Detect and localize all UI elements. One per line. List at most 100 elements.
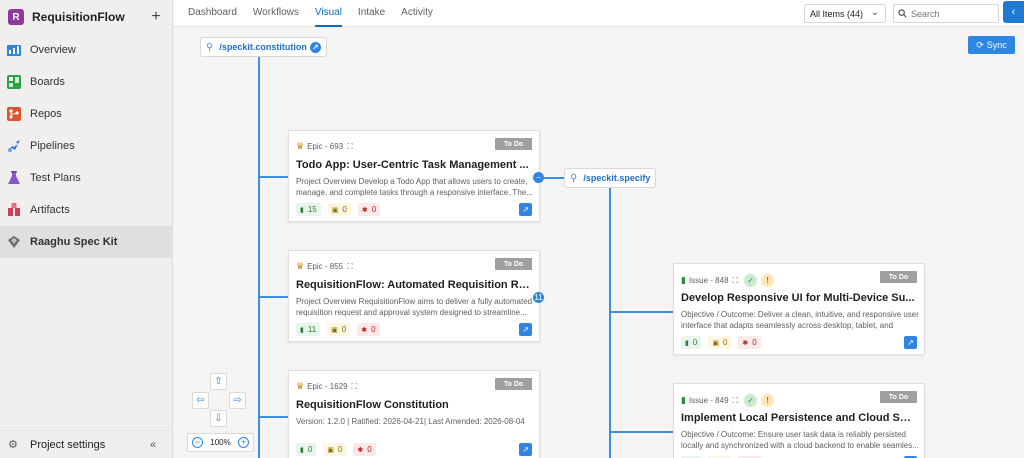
card-description: Version: 1.2.0 | Ratified: 2026-04-21| L…: [296, 417, 525, 426]
tab-dashboard[interactable]: Dashboard: [188, 0, 237, 27]
search-box[interactable]: [893, 4, 999, 23]
project-header[interactable]: R RequisitionFlow +: [0, 0, 172, 34]
sidebar-item-overview[interactable]: Overview: [0, 34, 172, 66]
add-icon[interactable]: +: [148, 8, 164, 26]
search-input[interactable]: [911, 8, 991, 19]
wand-icon: ⚲: [206, 41, 214, 53]
check-icon: ✓: [744, 394, 758, 407]
constitution-node[interactable]: ⚲ /speckit.constitution ↗: [200, 37, 327, 57]
overview-icon: [6, 42, 22, 58]
work-item-card[interactable]: ▮ Issue - 848 ⛶ ✓ ! To Do Develop Respon…: [673, 263, 925, 355]
sidebar-item-test-plans[interactable]: Test Plans: [0, 162, 172, 194]
expand-icon[interactable]: ⛶: [352, 382, 358, 392]
issue-icon: ▮: [681, 395, 686, 405]
card-title[interactable]: Develop Responsive UI for Multi-Device S…: [681, 292, 916, 304]
open-link-icon[interactable]: ↗: [519, 323, 532, 336]
card-description: Project Overview Develop a Todo App that…: [296, 177, 533, 197]
task-count-value: 0: [342, 205, 347, 214]
card-title[interactable]: Implement Local Persistence and Cloud Sy…: [681, 412, 916, 424]
chevron-left-icon[interactable]: ‹: [1003, 1, 1024, 23]
sidebar-item-pipelines[interactable]: Pipelines: [0, 130, 172, 162]
bug-count-value: 0: [367, 445, 372, 454]
task-icon: ▣: [331, 326, 338, 334]
card-counts: ▮0 ▣0 ✱0: [296, 443, 383, 456]
sync-label: Sync: [986, 40, 1007, 50]
pan-up-button[interactable]: ⇧: [210, 373, 227, 390]
sidebar-item-repos[interactable]: Repos: [0, 98, 172, 130]
task-count-value: 0: [337, 445, 343, 454]
expand-icon[interactable]: ⛶: [347, 142, 353, 152]
visual-canvas[interactable]: ⟳ Sync ⚲ /speckit.constitution ↗ ⚲ /spec…: [174, 28, 1024, 458]
work-item-card[interactable]: ▮ Issue - 849 ⛶ ✓ ! To Do Implement Loca…: [673, 383, 925, 458]
work-item-card[interactable]: ♛ Epic - 855 ⛶ To Do RequisitionFlow: Au…: [288, 250, 540, 342]
connector-branch-2: [259, 296, 288, 298]
card-meta: ▮ Issue - 848 ⛶ ✓ !: [681, 274, 775, 287]
story-count-value: 11: [307, 325, 317, 334]
tab-intake[interactable]: Intake: [358, 0, 385, 27]
zoom-out-button[interactable]: −: [192, 437, 203, 448]
pan-right-button[interactable]: ⇨: [229, 392, 246, 409]
search-icon: [898, 7, 907, 21]
tab-activity[interactable]: Activity: [401, 0, 433, 27]
item-filter-dropdown[interactable]: All Items (44) ⌄: [804, 4, 886, 23]
project-settings[interactable]: ⚙ Project settings «: [0, 430, 172, 458]
connector-trunk-1: [258, 57, 260, 458]
bug-count-value: 0: [371, 205, 377, 214]
crown-icon: ♛: [296, 261, 305, 271]
sidebar-item-boards[interactable]: Boards: [0, 66, 172, 98]
filter-value: All Items (44): [810, 8, 864, 19]
zoom-in-button[interactable]: +: [238, 437, 249, 448]
gear-icon: ⚙: [8, 439, 18, 451]
task-icon: ▣: [331, 206, 339, 214]
sync-button[interactable]: ⟳ Sync: [968, 36, 1015, 54]
sidebar-item-artifacts[interactable]: Artifacts: [0, 194, 172, 226]
work-item-card[interactable]: ♛ Epic - 1629 ⛶ To Do RequisitionFlow Co…: [288, 370, 540, 458]
story-count: ▮ 15: [296, 203, 321, 216]
wand-icon: ⚲: [570, 172, 578, 184]
collapse-children-icon[interactable]: −: [533, 172, 544, 183]
expand-icon[interactable]: ⛶: [733, 276, 739, 286]
sidebar-item-raaghu-spec-kit[interactable]: Raaghu Spec Kit: [0, 226, 172, 258]
status-badge: To Do: [495, 138, 532, 150]
open-link-icon[interactable]: ↗: [519, 203, 532, 216]
project-settings-label: Project settings: [30, 438, 106, 451]
bug-count: ✱0: [353, 443, 376, 456]
project-name[interactable]: RequisitionFlow: [32, 10, 148, 24]
crown-icon: ♛: [296, 381, 305, 391]
specify-node[interactable]: ⚲ /speckit.specify: [564, 168, 657, 188]
bug-icon: ✱: [357, 446, 364, 454]
sidebar-item-label: Overview: [30, 44, 76, 56]
task-count-value: 0: [722, 338, 728, 347]
card-title[interactable]: RequisitionFlow: Automated Requisition R…: [296, 279, 531, 291]
tab-workflows[interactable]: Workflows: [253, 0, 299, 27]
pan-left-button[interactable]: ⇦: [192, 392, 209, 409]
card-description: Project Overview RequisitionFlow aims to…: [296, 297, 533, 317]
expand-children-badge[interactable]: 11: [533, 292, 544, 303]
pan-down-button[interactable]: ⇩: [210, 410, 227, 427]
expand-icon[interactable]: ⛶: [347, 262, 353, 272]
zoom-control: − 100% +: [187, 433, 254, 452]
status-badge: To Do: [880, 391, 917, 403]
sidebar-item-label: Test Plans: [30, 172, 81, 184]
warning-icon: !: [761, 274, 775, 287]
task-count-value: 0: [341, 325, 347, 334]
expand-icon[interactable]: ⛶: [733, 396, 739, 406]
sidebar-item-label: Artifacts: [30, 204, 70, 216]
tab-visual[interactable]: Visual: [314, 0, 342, 27]
open-link-icon[interactable]: ↗: [904, 336, 917, 349]
warning-icon: !: [761, 394, 775, 407]
collapse-sidebar-icon[interactable]: «: [150, 439, 172, 451]
task-icon: ▣: [327, 446, 334, 454]
link-icon[interactable]: ↗: [309, 41, 321, 53]
constitution-label: /speckit.constitution: [219, 42, 307, 52]
story-count: ▮0: [681, 336, 702, 349]
card-title[interactable]: Todo App: User-Centric Task Management .…: [296, 159, 531, 171]
open-link-icon[interactable]: ↗: [519, 443, 532, 456]
card-title[interactable]: RequisitionFlow Constitution: [296, 399, 531, 411]
card-type: Epic - 693: [307, 142, 344, 151]
story-icon: ▮: [685, 339, 689, 347]
specify-label: /speckit.specify: [583, 173, 651, 183]
task-count: ▣0: [323, 443, 347, 456]
work-item-card[interactable]: ♛ Epic - 693 ⛶ To Do Todo App: User-Cent…: [288, 130, 540, 222]
connector-to-specify: [544, 177, 564, 179]
